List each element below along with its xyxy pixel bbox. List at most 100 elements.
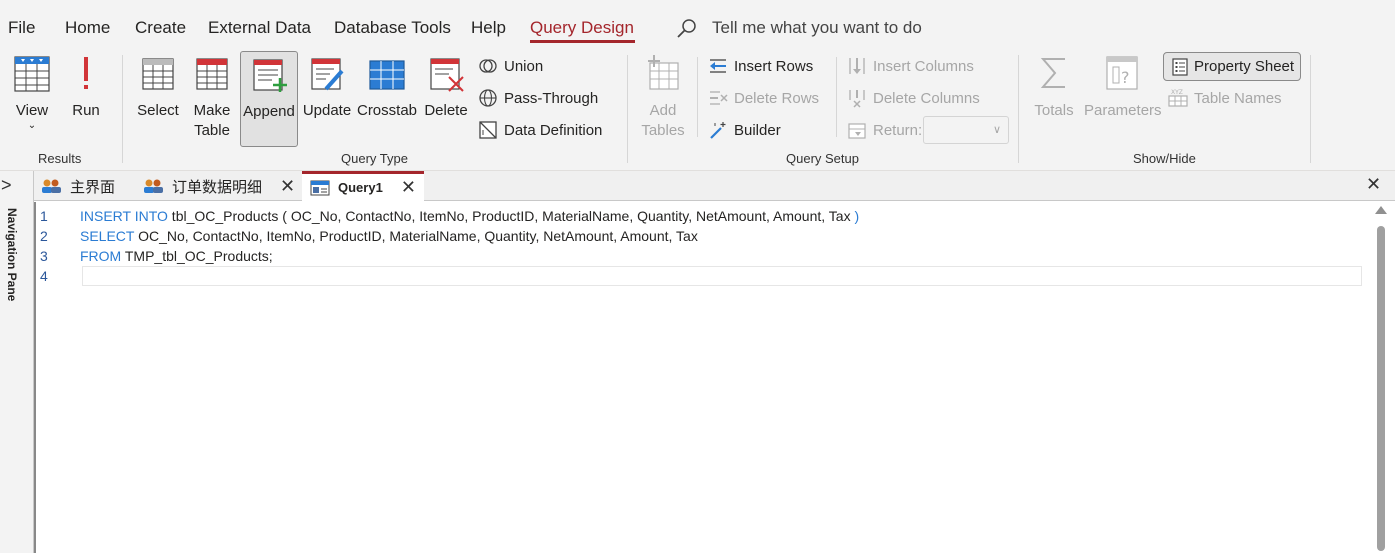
sql-text: tbl_OC_Products ( OC_No, ContactNo, Item… <box>167 208 855 224</box>
select-query-icon <box>142 58 174 90</box>
menu-create[interactable]: Create <box>135 18 186 38</box>
sigma-icon <box>1040 58 1065 88</box>
view-button[interactable]: View ⌄ <box>6 53 58 131</box>
datasheet-view-icon <box>14 56 50 92</box>
crosstab-query-button[interactable]: Crosstab <box>356 53 418 121</box>
add-tables-icon <box>648 55 679 90</box>
property-sheet-icon <box>1172 57 1188 76</box>
navigation-pane[interactable]: > Navigation Pane <box>0 171 34 553</box>
update-query-button[interactable]: Update <box>301 53 353 121</box>
menu-file[interactable]: File <box>8 18 35 38</box>
group-separator <box>697 57 698 137</box>
totals-label: Totals <box>1034 102 1074 119</box>
delete-rows-button[interactable]: Delete Rows <box>708 86 819 110</box>
table-names-label: Table Names <box>1194 89 1282 107</box>
document-tab-bar: 主界面 订单数据明细 ✕ Query1 ✕ <box>34 171 1395 201</box>
line-number: 2 <box>40 228 48 244</box>
menu-external-data[interactable]: External Data <box>208 18 311 38</box>
tab-label: 主界面 <box>70 178 116 196</box>
tab-main-form[interactable]: 主界面 <box>40 171 135 201</box>
search-icon[interactable] <box>676 18 698 40</box>
run-button[interactable]: Run <box>66 53 106 121</box>
run-label: Run <box>72 102 100 119</box>
builder-button[interactable]: Builder <box>708 118 781 142</box>
return-label: Return: <box>873 121 923 139</box>
insert-columns-label: Insert Columns <box>873 57 974 75</box>
add-tables-label-2: Tables <box>641 122 685 139</box>
close-icon[interactable]: ✕ <box>280 176 295 197</box>
menu-home[interactable]: Home <box>65 18 110 38</box>
insert-rows-button[interactable]: Insert Rows <box>708 54 813 78</box>
tab-label: 订单数据明细 <box>172 178 263 196</box>
sql-editor[interactable]: 1 INSERT INTO tbl_OC_Products ( OC_No, C… <box>34 202 1395 553</box>
chevron-down-icon: ⌄ <box>27 120 37 131</box>
delete-rows-icon <box>710 91 728 105</box>
form-icon <box>42 179 61 193</box>
return-icon <box>848 123 866 139</box>
make-table-label-1: Make <box>193 102 231 119</box>
pass-through-button[interactable]: Pass-Through <box>478 86 598 110</box>
sql-keyword: FROM <box>80 248 122 264</box>
pass-through-label: Pass-Through <box>504 89 599 107</box>
query-type-group-label: Query Type <box>341 151 408 166</box>
delete-columns-icon <box>849 90 865 108</box>
parameters-label: Parameters <box>1084 102 1162 119</box>
delete-query-icon <box>430 58 464 92</box>
access-window: File Home Create External Data Database … <box>0 0 1395 553</box>
union-query-button[interactable]: Union <box>478 54 543 78</box>
menu-help[interactable]: Help <box>471 18 506 38</box>
return-select[interactable]: ∨ <box>923 116 1009 144</box>
chevron-right-icon[interactable]: > <box>1 175 12 196</box>
tab-query1[interactable]: Query1 ✕ <box>302 171 424 201</box>
scrollbar-thumb[interactable] <box>1377 226 1385 551</box>
view-label: View <box>15 102 49 119</box>
insert-columns-button[interactable]: Insert Columns <box>847 54 974 78</box>
add-tables-button[interactable]: Add Tables <box>638 53 688 141</box>
delete-columns-label: Delete Columns <box>873 89 980 107</box>
make-table-label-2: Table <box>194 122 230 139</box>
svg-text:?: ? <box>1121 68 1130 87</box>
insert-rows-label: Insert Rows <box>734 57 814 75</box>
property-sheet-label: Property Sheet <box>1194 58 1295 75</box>
property-sheet-button[interactable]: Property Sheet <box>1163 52 1301 81</box>
magic-wand-icon <box>710 122 726 139</box>
data-definition-button[interactable]: Data Definition <box>478 118 602 142</box>
add-tables-label-1: Add <box>649 102 677 119</box>
update-label: Update <box>302 102 352 119</box>
code-text: FROM TMP_tbl_OC_Products; <box>80 248 273 264</box>
append-label: Append <box>243 103 295 120</box>
delete-query-button[interactable]: Delete <box>422 53 470 121</box>
active-tab-indicator <box>530 40 635 43</box>
group-separator <box>122 55 123 163</box>
vertical-scrollbar[interactable] <box>1374 206 1388 551</box>
parameters-button[interactable]: ? Parameters <box>1084 53 1162 121</box>
parameters-icon: ? <box>1106 56 1138 90</box>
append-query-button[interactable]: Append <box>240 51 298 147</box>
menu-query-design[interactable]: Query Design <box>530 18 634 38</box>
close-document-icon[interactable]: ✕ <box>1366 174 1381 195</box>
append-query-icon <box>253 59 287 92</box>
scroll-up-arrow-icon[interactable] <box>1375 206 1387 214</box>
table-names-icon: XYZ <box>1168 89 1188 107</box>
delete-columns-button[interactable]: Delete Columns <box>847 86 980 110</box>
form-icon <box>144 179 163 193</box>
group-separator <box>1310 55 1311 163</box>
navigation-pane-label: Navigation Pane <box>5 208 19 302</box>
return-control: Return: <box>847 118 922 142</box>
line-number: 1 <box>40 208 48 224</box>
data-definition-icon <box>479 121 497 139</box>
make-table-button[interactable]: Make Table <box>188 53 236 141</box>
select-query-button[interactable]: Select <box>132 53 184 121</box>
close-icon[interactable]: ✕ <box>401 177 416 198</box>
builder-label: Builder <box>734 121 781 139</box>
group-separator <box>1018 55 1019 163</box>
data-definition-label: Data Definition <box>504 121 603 139</box>
show-hide-group-label: Show/Hide <box>1133 151 1196 166</box>
svg-text:XYZ: XYZ <box>1171 89 1183 96</box>
sql-keyword: INSERT INTO <box>80 208 168 224</box>
table-names-button[interactable]: XYZ Table Names <box>1168 86 1282 110</box>
tell-me-input[interactable]: Tell me what you want to do <box>712 18 922 38</box>
menu-database-tools[interactable]: Database Tools <box>334 18 451 38</box>
tab-order-details[interactable]: 订单数据明细 ✕ <box>142 171 300 201</box>
totals-button[interactable]: Totals <box>1030 53 1078 121</box>
